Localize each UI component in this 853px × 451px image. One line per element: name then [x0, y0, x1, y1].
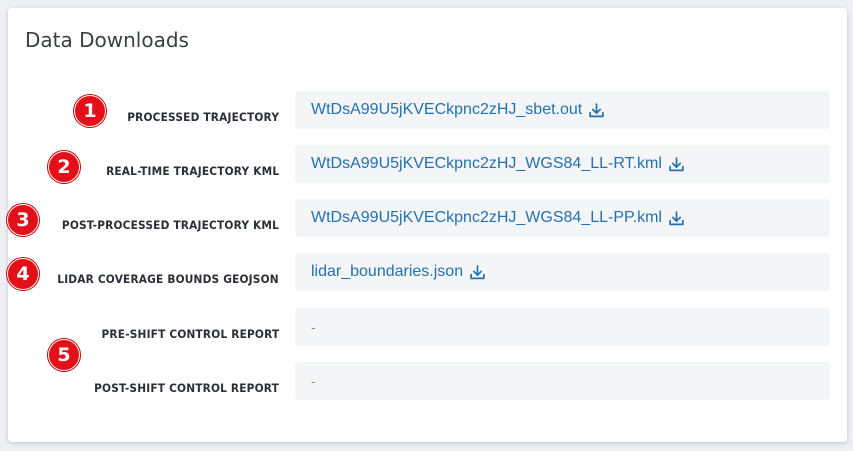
annotation-badge-5: 5: [48, 339, 80, 371]
row-label-realtime-trajectory-kml: REAL-TIME TRAJECTORY KML: [105, 164, 279, 178]
row-value-preshift-control-report: -: [295, 308, 830, 346]
row-value-processed-trajectory: WtDsA99U5jKVECkpnc2zHJ_sbet.out: [295, 91, 830, 129]
download-icon[interactable]: [668, 156, 685, 173]
download-link-processed-trajectory[interactable]: WtDsA99U5jKVECkpnc2zHJ_sbet.out: [311, 101, 605, 119]
row-value-realtime-trajectory-kml: WtDsA99U5jKVECkpnc2zHJ_WGS84_LL-RT.kml: [295, 145, 830, 183]
file-name: WtDsA99U5jKVECkpnc2zHJ_WGS84_LL-RT.kml: [311, 155, 662, 172]
download-link-realtime-trajectory-kml[interactable]: WtDsA99U5jKVECkpnc2zHJ_WGS84_LL-RT.kml: [311, 155, 685, 173]
row-value-lidar-coverage-bounds: lidar_boundaries.json: [295, 253, 830, 291]
row-label-processed-trajectory: PROCESSED TRAJECTORY: [127, 110, 279, 124]
row-value-postprocessed-trajectory-kml: WtDsA99U5jKVECkpnc2zHJ_WGS84_LL-PP.kml: [295, 199, 830, 237]
row-label-postshift-control-report: POST-SHIFT CONTROL REPORT: [94, 381, 279, 395]
empty-value: -: [311, 373, 316, 389]
download-link-lidar-coverage-bounds[interactable]: lidar_boundaries.json: [311, 263, 486, 281]
card-title: Data Downloads: [25, 28, 189, 52]
empty-value: -: [311, 319, 316, 335]
download-icon[interactable]: [469, 264, 486, 281]
download-icon[interactable]: [588, 102, 605, 119]
file-name: lidar_boundaries.json: [311, 263, 464, 280]
annotation-badge-3: 3: [7, 204, 39, 236]
download-icon[interactable]: [668, 210, 685, 227]
annotation-badge-4: 4: [7, 258, 39, 290]
row-label-lidar-coverage-bounds: LIDAR COVERAGE BOUNDS GEOJSON: [57, 272, 279, 286]
row-label-postprocessed-trajectory-kml: POST-PROCESSED TRAJECTORY KML: [61, 218, 279, 232]
annotation-badge-2: 2: [48, 151, 80, 183]
data-downloads-card: Data Downloads PROCESSED TRAJECTORY WtDs…: [7, 8, 847, 442]
download-link-postprocessed-trajectory-kml[interactable]: WtDsA99U5jKVECkpnc2zHJ_WGS84_LL-PP.kml: [311, 209, 685, 227]
row-value-postshift-control-report: -: [295, 362, 830, 400]
row-label-preshift-control-report: PRE-SHIFT CONTROL REPORT: [101, 327, 279, 341]
annotation-badge-1: 1: [74, 95, 106, 127]
file-name: WtDsA99U5jKVECkpnc2zHJ_WGS84_LL-PP.kml: [311, 209, 662, 226]
file-name: WtDsA99U5jKVECkpnc2zHJ_sbet.out: [311, 101, 583, 118]
